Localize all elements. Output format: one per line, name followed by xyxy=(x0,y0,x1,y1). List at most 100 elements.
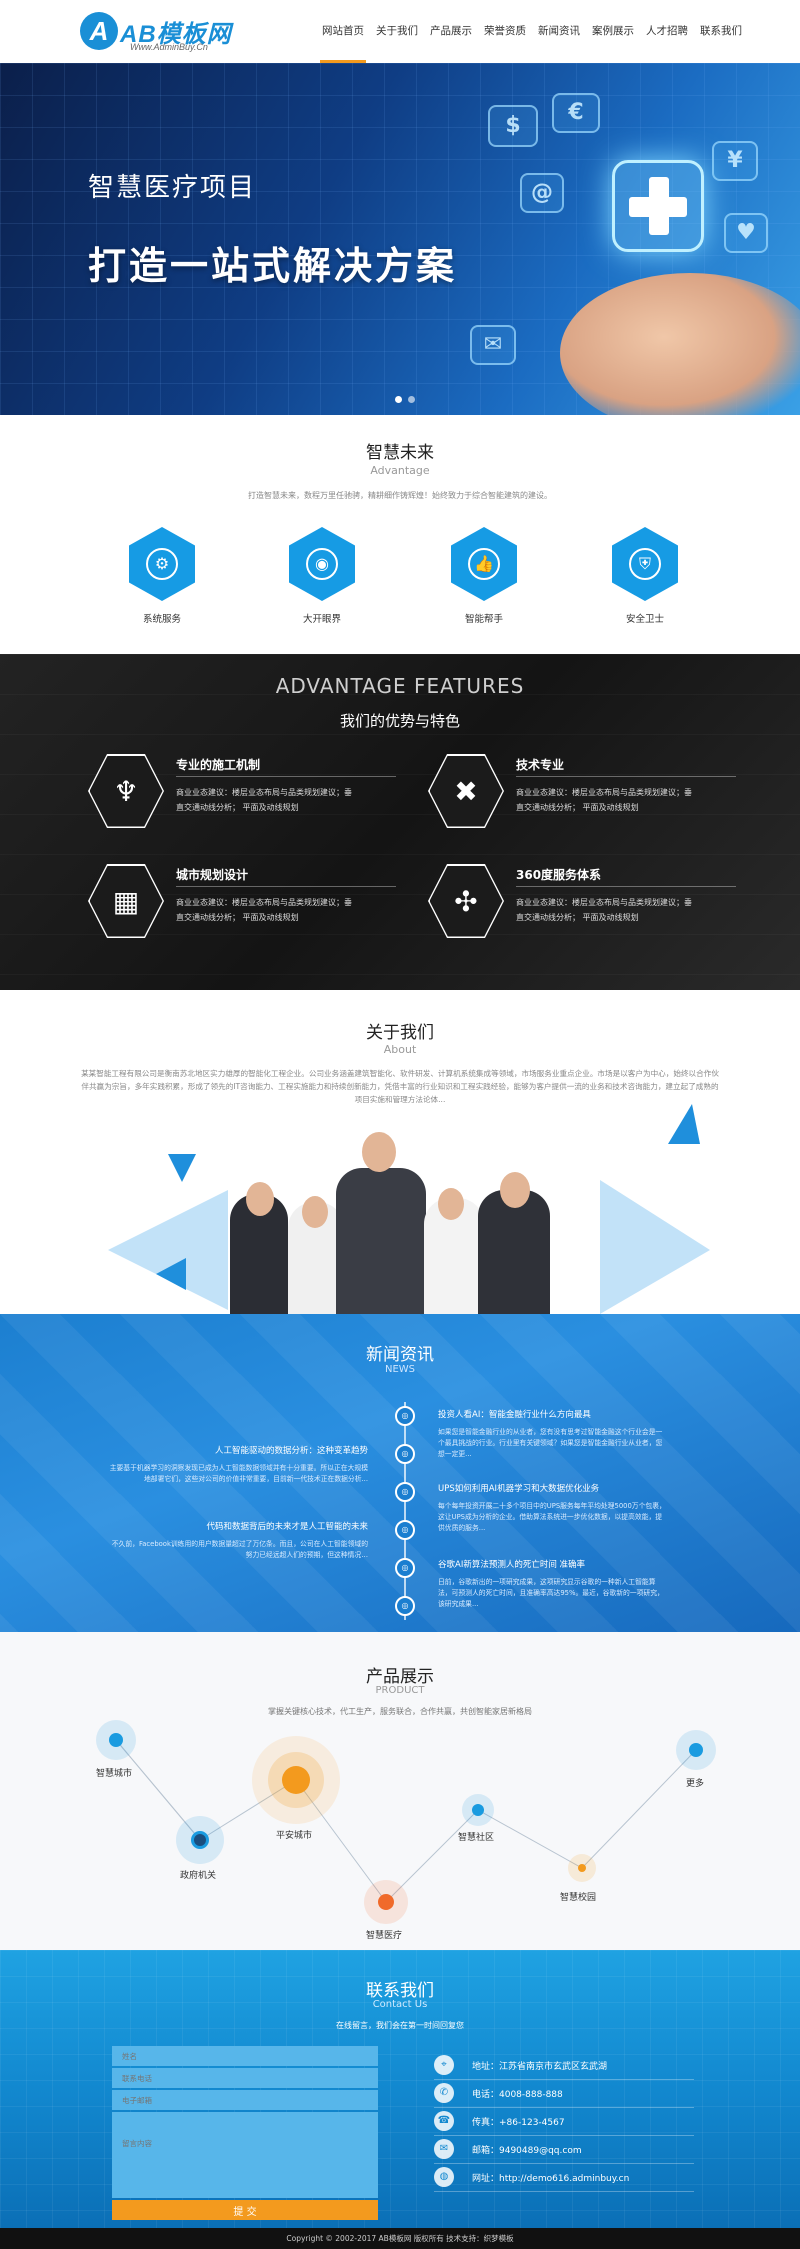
product-label: 更多 xyxy=(686,1779,705,1789)
submit-button[interactable]: 提 交 xyxy=(112,2200,378,2220)
advantage-subtitle: Advantage xyxy=(370,464,430,477)
email-icon: ✉ xyxy=(434,2139,454,2159)
news-item-title[interactable]: 投资人看AI：智能金融行业什么方向最具 xyxy=(438,1408,668,1420)
banner-title: 智慧医疗项目 xyxy=(88,173,257,203)
news-section: 新闻资讯 NEWS ◎ ◎ ◎ ◎ ◎ ◎ 投资人看AI：智能金融行业什么方向最… xyxy=(0,1314,800,1632)
feature-title: 城市规划设计 xyxy=(176,868,249,882)
triangle-decoration xyxy=(668,1104,700,1144)
triangle-decoration xyxy=(600,1180,710,1314)
shield-icon: ⛨ xyxy=(629,548,661,580)
contact-row-email: ✉ 邮箱：9490489@qq.com xyxy=(434,2136,694,2164)
main-nav: 网站首页 关于我们 产品展示 荣誉资质 新闻资讯 案例展示 人才招聘 联系我们 xyxy=(316,0,748,63)
medical-cross-icon xyxy=(612,160,704,252)
product-label: 智慧城市 xyxy=(96,1769,133,1779)
news-item-summary: 每个每年投资开展二十多个项目中的UPS服务每年平均处理5000万个包裹，这让UP… xyxy=(438,1502,666,1532)
feature-item[interactable]: ✣ 360度服务体系 商业业态建议：楼层业态布局与品类规划建议；垂直交通动线分析… xyxy=(428,864,758,944)
product-label: 智慧社区 xyxy=(458,1833,495,1843)
slider-dot-1[interactable] xyxy=(395,396,402,403)
advantage-item-vision[interactable]: ◉ 大开眼界 xyxy=(262,527,382,625)
site-header: A AB模板网 Www.AdminBuy.Cn 网站首页 关于我们 产品展示 荣… xyxy=(0,0,800,63)
advantage-label: 系统服务 xyxy=(142,614,181,625)
nav-home[interactable]: 网站首页 xyxy=(316,0,370,63)
news-item[interactable]: UPS如何利用AI机器学习和大数据优化业务 每个每年投资开展二十多个项目中的UP… xyxy=(438,1482,668,1534)
nav-about[interactable]: 关于我们 xyxy=(370,0,424,63)
triangle-decoration xyxy=(156,1258,186,1290)
news-item[interactable]: 人工智能驱动的数据分析：这种变革趋势 主要基于机器学习的洞察发现已成为人工智能数… xyxy=(106,1444,368,1485)
advantage-item-system-service[interactable]: ⚙ 系统服务 xyxy=(102,527,222,625)
nav-news[interactable]: 新闻资讯 xyxy=(532,0,586,63)
product-label: 平安城市 xyxy=(276,1831,313,1841)
nav-cases[interactable]: 案例展示 xyxy=(586,0,640,63)
contact-desc: 在线留言，我们会在第一时间回复您 xyxy=(336,2021,464,2030)
gear-icon: ⚙ xyxy=(146,548,178,580)
advantage-label: 智能帮手 xyxy=(464,614,503,625)
news-item-title[interactable]: 代码和数据背后的未来才是人工智能的未来 xyxy=(106,1520,368,1532)
news-item-title[interactable]: 谷歌AI新算法预测人的死亡时间 准确率 xyxy=(438,1558,668,1570)
feature-title: 360度服务体系 xyxy=(516,868,602,882)
yen-tile-icon: ¥ xyxy=(712,141,758,181)
nav-products[interactable]: 产品展示 xyxy=(424,0,478,63)
timeline-node-icon: ◎ xyxy=(395,1596,415,1616)
feature-title: 专业的施工机制 xyxy=(176,758,261,772)
timeline-node-icon: ◎ xyxy=(395,1558,415,1578)
products-section: 产品展示 PRODUCT 掌握关键核心技术，代工生产，服务联合，合作共赢，共创智… xyxy=(0,1632,800,1950)
news-item[interactable]: 代码和数据背后的未来才是人工智能的未来 不久前，Facebook训练用的用户数据… xyxy=(106,1520,368,1561)
timeline-node-icon: ◎ xyxy=(395,1520,415,1540)
advantage-item-smart-helper[interactable]: 👍 智能帮手 xyxy=(424,527,544,625)
nav-contact[interactable]: 联系我们 xyxy=(694,0,748,63)
location-icon: ⌖ xyxy=(434,2055,454,2075)
contact-section: 联系我们 Contact Us 在线留言，我们会在第一时间回复您 提 交 ⌖ 地… xyxy=(0,1950,800,2228)
building-icon: ▦ xyxy=(89,865,163,937)
contact-address: 地址：江苏省南京市玄武区玄武湖 xyxy=(472,2062,608,2072)
triangle-decoration xyxy=(168,1154,196,1182)
phone-icon: ✆ xyxy=(434,2083,454,2103)
feature-item[interactable]: ▦ 城市规划设计 商业业态建议：楼层业态布局与品类规划建议；垂直交通动线分析； … xyxy=(88,864,418,944)
triangle-decoration xyxy=(108,1190,228,1310)
slider-dot-2[interactable] xyxy=(408,396,415,403)
contact-info: ⌖ 地址：江苏省南京市玄武区玄武湖 ✆ 电话：4008-888-888 ☎ 传真… xyxy=(434,2052,694,2192)
feature-item[interactable]: ♆ 专业的施工机制 商业业态建议：楼层业态布局与品类规划建议；垂直交通动线分析；… xyxy=(88,754,418,834)
nav-honors[interactable]: 荣誉资质 xyxy=(478,0,532,63)
news-timeline xyxy=(404,1402,406,1620)
products-subtitle: PRODUCT xyxy=(375,1685,425,1696)
mail-tile-icon: ✉ xyxy=(470,325,516,365)
at-tile-icon: @ xyxy=(520,173,564,213)
product-label: 智慧医疗 xyxy=(366,1931,403,1941)
contact-title: 联系我们 xyxy=(366,1981,434,2001)
news-item-summary: 如果您是智能金融行业的从业者，您有没有思考过智能金融这个行业会是一个最具挑战的行… xyxy=(438,1428,663,1458)
advantage-item-security[interactable]: ⛨ 安全卫士 xyxy=(585,527,705,625)
advantage-label: 大开眼界 xyxy=(302,614,341,625)
advantage-label: 安全卫士 xyxy=(625,614,664,625)
name-field[interactable] xyxy=(112,2046,378,2066)
contact-email[interactable]: 邮箱：9490489@qq.com xyxy=(472,2143,582,2156)
contact-subtitle: Contact Us xyxy=(372,1999,428,2010)
feature-item[interactable]: ✖ 技术专业 商业业态建议：楼层业态布局与品类规划建议；垂直交通动线分析； 平面… xyxy=(428,754,758,834)
hero-banner[interactable]: $ € ¥ @ ♥ ✉ 智慧医疗项目 打造一站式解决方案 xyxy=(0,63,800,415)
phone-field[interactable] xyxy=(112,2068,378,2088)
eye-icon: ◉ xyxy=(306,548,338,580)
email-field[interactable] xyxy=(112,2090,378,2110)
feature-text: 商业业态建议：楼层业态布局与品类规划建议；垂直交通动线分析； 平面及动线规划 xyxy=(176,788,352,812)
features-title-en: ADVANTAGE FEATURES xyxy=(275,674,525,698)
news-item[interactable]: 投资人看AI：智能金融行业什么方向最具 如果您是智能金融行业的从业者，您有没有思… xyxy=(438,1408,668,1460)
news-item-title[interactable]: 人工智能驱动的数据分析：这种变革趋势 xyxy=(106,1444,368,1456)
thumbs-up-icon: 👍 xyxy=(468,548,500,580)
news-item-title[interactable]: UPS如何利用AI机器学习和大数据优化业务 xyxy=(438,1482,668,1494)
windmill-icon: ✣ xyxy=(429,865,503,937)
product-label: 政府机关 xyxy=(180,1871,217,1881)
nav-jobs[interactable]: 人才招聘 xyxy=(640,0,694,63)
news-item[interactable]: 谷歌AI新算法预测人的死亡时间 准确率 日前，谷歌新出的一项研究成果，这项研究显… xyxy=(438,1558,668,1610)
timeline-node-icon: ◎ xyxy=(395,1406,415,1426)
about-title: 关于我们 xyxy=(366,1023,434,1043)
news-item-summary: 不久前，Facebook训练用的用户数据量超过了万亿条。而且，公司在人工智能领域… xyxy=(111,1540,368,1559)
features-title: 我们的优势与特色 xyxy=(339,712,460,730)
banner-subtitle: 打造一站式解决方案 xyxy=(88,244,458,288)
message-field[interactable] xyxy=(112,2112,378,2198)
euro-tile-icon: € xyxy=(552,93,600,133)
features-section: ADVANTAGE FEATURES 我们的优势与特色 ♆ 专业的施工机制 商业… xyxy=(0,654,800,990)
contact-website[interactable]: 网址：http://demo616.adminbuy.cn xyxy=(472,2171,629,2184)
contact-phone: 电话：4008-888-888 xyxy=(472,2090,563,2100)
logo-mark: A xyxy=(80,12,118,50)
logo[interactable]: A AB模板网 Www.AdminBuy.Cn xyxy=(80,12,250,54)
about-subtitle: About xyxy=(383,1043,417,1056)
